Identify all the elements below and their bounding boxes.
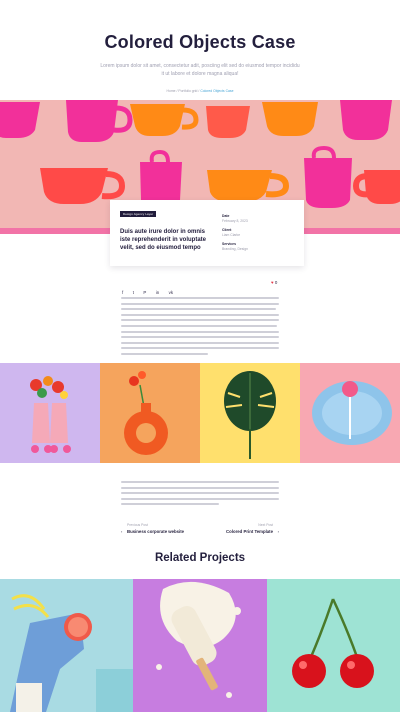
meta-value: Branding, Design [222,247,249,251]
previous-post-link[interactable]: Previous Post Business corporate website [127,523,184,534]
meta-date: Date February 8, 2023 [222,214,292,223]
gallery-orange-vase[interactable] [100,363,200,463]
cup-coral [206,106,250,138]
post-navigation: ‹ Previous Post Business corporate websi… [121,523,279,539]
roller-skates-image [0,363,100,463]
nav-sub-label: Next Post [258,523,273,527]
gallery-lollipop-plate[interactable] [300,363,400,463]
meta-label: Client [222,228,232,232]
cherries-image [266,579,400,712]
breadcrumb-home[interactable]: Home [167,89,176,93]
page-subtitle: Lorem ipsum dolor sit amet, consectetur … [100,63,300,77]
related-cherries[interactable] [266,579,400,712]
nav-title: Business corporate website [127,529,185,534]
gallery [0,363,400,463]
meta-value: Liam Clarke [222,233,241,237]
related-projects-grid [0,579,400,712]
card-headline: Duis aute irure dolor in omnis iste repr… [120,229,207,251]
pinterest-icon[interactable]: P [143,290,146,295]
category-tag[interactable]: Design Agency Layer [120,211,157,217]
nav-title: Colored Print Template [226,529,273,534]
chevron-right-icon[interactable]: › [278,529,279,534]
meta-services: Services Branding, Design [222,242,292,251]
nav-sub-label: Previous Post [127,523,148,527]
popsicle-image [133,579,267,712]
cup-pink-2 [340,100,392,140]
facebook-icon[interactable]: f [122,290,123,295]
breadcrumb: Home / Portfolio grid / Colored Objects … [0,89,400,93]
candle-grapefruit-image [0,579,134,712]
next-post-link[interactable]: Next Post Colored Print Template [226,523,273,534]
monstera-leaf-image [200,363,300,463]
related-popsicle[interactable] [133,579,267,712]
related-candle-grapefruit[interactable] [0,579,134,712]
orange-vase-image [100,363,200,463]
twitter-icon[interactable]: t [133,290,134,295]
like-count: 0 [274,280,278,285]
lollipop-plate-image [300,363,400,463]
meta-label: Services [222,242,236,246]
body-paragraph-1 [121,297,279,359]
body-paragraph-2 [121,481,279,509]
breadcrumb-current: Colored Objects Case [200,89,234,93]
gallery-roller-skates[interactable] [0,363,100,463]
heart-icon: ♥ [271,280,274,285]
page-title: Colored Objects Case [104,32,296,52]
meta-value: February 8, 2023 [222,219,248,223]
share-links: f t P in vk [122,281,178,295]
page-header: Colored Objects Case Lorem ipsum dolor s… [0,0,400,100]
vk-icon[interactable]: vk [169,290,173,295]
related-projects-title: Related Projects [154,552,246,564]
chevron-left-icon[interactable]: ‹ [121,529,122,534]
gallery-monstera-leaf[interactable] [200,363,300,463]
project-info-card: Design Agency Layer Duis aute irure dolo… [110,200,304,266]
like-button[interactable]: ♥ 0 [271,280,277,285]
breadcrumb-portfolio[interactable]: Portfolio grid [178,89,197,93]
cup-orange-2 [262,102,318,136]
meta-client: Client Liam Clarke [222,228,292,237]
linkedin-icon[interactable]: in [156,290,159,295]
meta-label: Date [222,214,230,218]
